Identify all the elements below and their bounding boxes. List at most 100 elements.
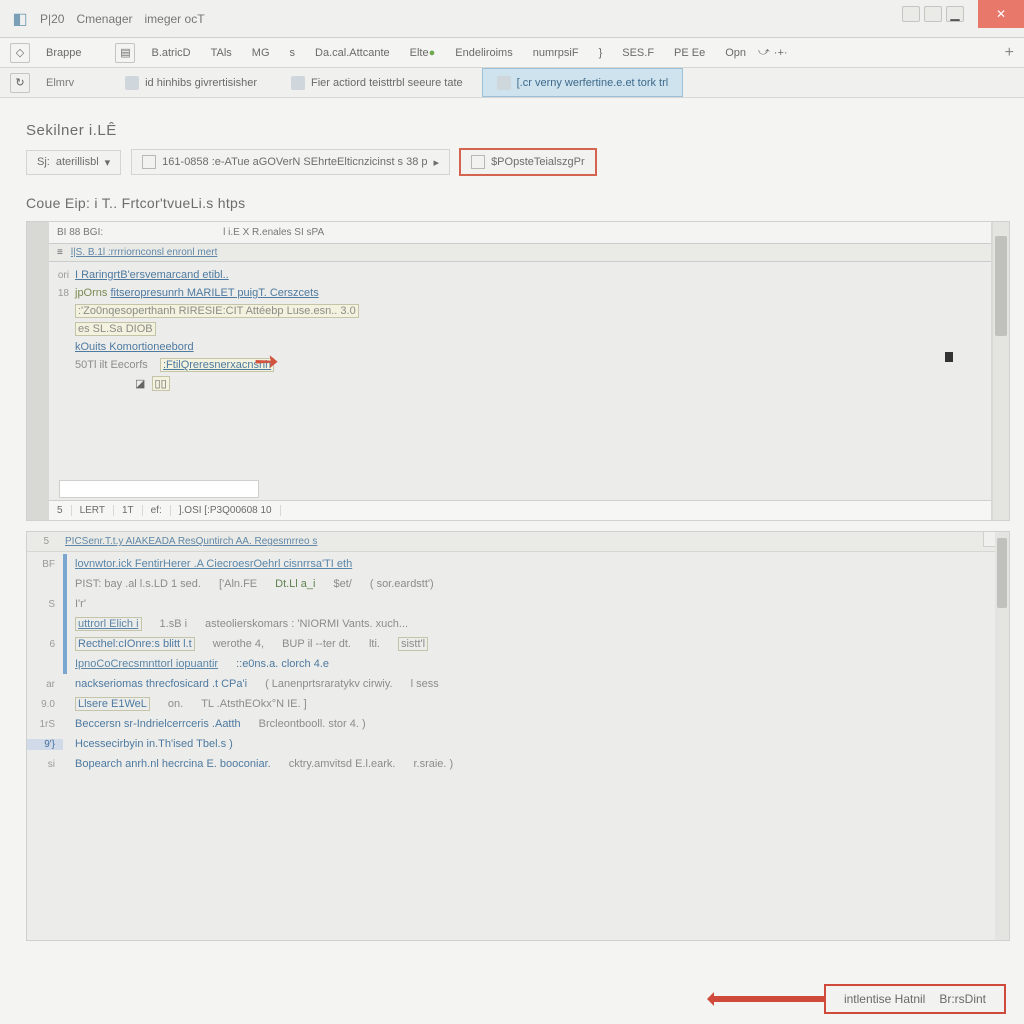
code-text: TL .AtsthEOkx°N IE. ] [201,698,306,710]
code-line: I RaringrtB'ersvemarcand etibl.. [75,269,229,281]
menu-item-9[interactable]: SES.F [614,43,662,63]
annotation-arrow2-icon [714,996,824,1002]
add-tab-button[interactable]: + [1005,44,1014,62]
panel-header-name[interactable]: PICSenr.T.t.y AIAKEADA ResQuntirch AA. R… [65,536,317,547]
panel-header: 5 PICSenr.T.t.y AIAKEADA ResQuntirch AA.… [27,532,1009,552]
filter-seg1-caret-icon: ▾ [105,156,111,169]
title-part-1: P|20 [40,12,64,26]
tab-2-icon [497,76,511,90]
panel-header-gutter: 5 [35,536,57,547]
menu-item-10[interactable]: PE Ee [666,43,713,63]
title-part-2: Cmenager [76,12,132,26]
footer-btn-label-1: intlentise Hatnil [844,992,925,1006]
tab-1-label: Fier actiord teisttrbl seeure tate [311,77,463,89]
pencil-icon [142,155,156,169]
tabrow-lead-icon[interactable]: ↻ [10,73,30,93]
status-c3[interactable]: 1T [114,505,143,516]
editor-vscrollbar[interactable] [993,222,1009,520]
menu-item-2[interactable]: MG [244,43,278,63]
footer-btn-label-2: Br:rsDint [939,992,986,1006]
code-text: l sess [411,678,439,690]
gutter: ori [49,270,75,281]
code-text: $et/ [333,578,351,590]
tab-2-label: [.cr verny werfertine.e.et tork trl [517,77,669,89]
code-text: Beccersn sr-Indrielcerrceris .Aatth [75,718,241,730]
editor-shell: ▯▯ BI 88 BGI: l i.E X R.enales SI sPA ≡ … [26,221,1010,521]
editor-subbar: ≡ l|S. B.1l :rrrriornconsl enronl mert [49,244,991,262]
editor-tab-a[interactable]: BI 88 BGI: [57,227,103,238]
menu-item-6[interactable]: Endeliroims [447,43,520,63]
close-button[interactable]: ✕ [978,0,1024,28]
tab-1[interactable]: Fier actiord teisttrbl seeure tate [276,68,478,97]
status-c1: 5 [49,505,72,516]
code-text: ( sor.eardstt') [370,578,434,590]
status-c2[interactable]: LERT [72,505,114,516]
panel-vscrollbar[interactable] [995,532,1009,940]
menu-item-3[interactable]: s [282,43,304,63]
menubar-lead-icon[interactable]: ◇ [10,43,30,63]
menu-item-0[interactable]: B.atricD [143,43,198,63]
title-text: P|20 Cmenager imeger ocT [40,12,205,26]
code-line: :FtilQreresnerxacnsnh [160,358,274,372]
menu-item-7[interactable]: numrpsiF [525,43,587,63]
status-c4: ef: [143,505,171,516]
tab-0[interactable]: id hinhibs givrertisisher [110,68,272,97]
tab-0-label: id hinhibs givrertisisher [145,77,257,89]
footer-button[interactable]: intlentise Hatnil Br:rsDint [824,984,1006,1014]
menu-item-plus-small-icon[interactable]: ·+· [774,47,788,59]
filter-segment-3[interactable]: $POpsteTeialszgPr [460,149,596,175]
sub-title: Coue Eip: i T.. Frtcor'tvueLi.s htps [18,189,1018,221]
panel-lines[interactable]: BFlovnwtor.ick FentirHerer .A CiecroesrO… [27,552,1009,776]
menubar: ◇ Brappe ▤ B.atricD TAls MG s Da.cal.Att… [0,38,1024,68]
editor-subbar-text[interactable]: l|S. B.1l :rrrriornconsl enronl mert [71,247,218,258]
code-text: PIST: bay .al l.s.LD 1 sed. [75,578,201,590]
editor-toptabs: BI 88 BGI: l i.E X R.enales SI sPA [49,222,991,244]
menubar-icon-2[interactable]: ▤ [115,43,135,63]
menubar-lead-label[interactable]: Brappe [38,43,89,63]
code-text: 1.sB i [160,618,188,630]
menu-item-11[interactable]: Opn [717,43,754,63]
editor-tab-b[interactable]: l i.E X R.enales SI sPA [223,227,324,238]
workspace: Sekilner i.LÊ Sj: aterillisbl ▾ 161-0858… [0,98,1024,1024]
editor-subbar-icon: ≡ [57,247,63,258]
code-text: Recthel:cIOnre:s blitt l.t [75,637,195,651]
filter-segment-2[interactable]: 161-0858 :e-ATue aGOVerN SEhrteElticnzic… [131,149,450,175]
menu-item-4[interactable]: Da.cal.Attcante [307,43,398,63]
editor-lines[interactable]: oriI RaringrtB'ersvemarcand etibl.. 18jp… [49,262,991,396]
accent-icon: ● [429,47,436,59]
thumb-icon: ◪ [135,377,145,390]
code-text: asteolierskomars : 'NIORMI Vants. xuch..… [205,618,408,630]
status-c5: ].OSI [:P3Q00608 10 [171,505,281,516]
code-text: r.sraie. ) [413,758,453,770]
editor-status-row: 5 LERT 1T ef: ].OSI [:P3Q00608 10 [49,500,991,520]
menu-item-8[interactable]: } [591,43,611,63]
code-text: lti. [369,638,380,650]
code-text: uttrorl Elich i [75,617,142,631]
footer-callout: intlentise Hatnil Br:rsDint [714,984,1006,1014]
app-window: ◧ P|20 Cmenager imeger ocT ▁ ✕ ◇ Brappe … [0,0,1024,1024]
code-text: Brcleontbooll. stor 4. ) [259,718,366,730]
tab-2[interactable]: [.cr verny werfertine.e.et tork trl [482,68,684,97]
filter-seg1-prefix: Sj: [37,156,50,168]
menu-item-arrow-icon[interactable]: ⤻ [758,46,770,59]
mini-badge: ▯▯ [152,376,170,391]
selected-gutter[interactable]: 9'} [27,739,63,750]
tray-icon-1[interactable] [902,6,920,22]
filter-segment-1[interactable]: Sj: aterillisbl ▾ [26,150,121,175]
code-text: Llsere E1WeL [75,697,150,711]
lower-panel: 5 PICSenr.T.t.y AIAKEADA ResQuntirch AA.… [26,531,1010,941]
editor-bottom-input[interactable] [59,480,259,498]
code-line: :'Zo0nqesoperthanh RIRESIE:CIT Attéebp L… [75,304,359,318]
tabrow-lead-label[interactable]: Elmrv [38,77,82,89]
code-text: lovnwtor.ick FentirHerer .A CiecroesrOeh… [75,558,352,570]
code-text: ['Aln.FE [219,578,257,590]
code-text: Hcessecirbyin in.Th'ised Tbel.s ) [75,738,233,750]
code-text: on. [168,698,183,710]
window-buttons: ▁ ✕ [932,0,1024,28]
minimize-button[interactable]: ▁ [932,0,978,28]
inner-editor[interactable]: BI 88 BGI: l i.E X R.enales SI sPA ≡ l|S… [49,222,991,520]
menu-item-1[interactable]: TAls [203,43,240,63]
menu-item-5[interactable]: Elte● [402,43,444,63]
code-text: IpnoCoCrecsmnttorl iopuantir [75,658,218,670]
code-text: I'r' [75,598,86,610]
